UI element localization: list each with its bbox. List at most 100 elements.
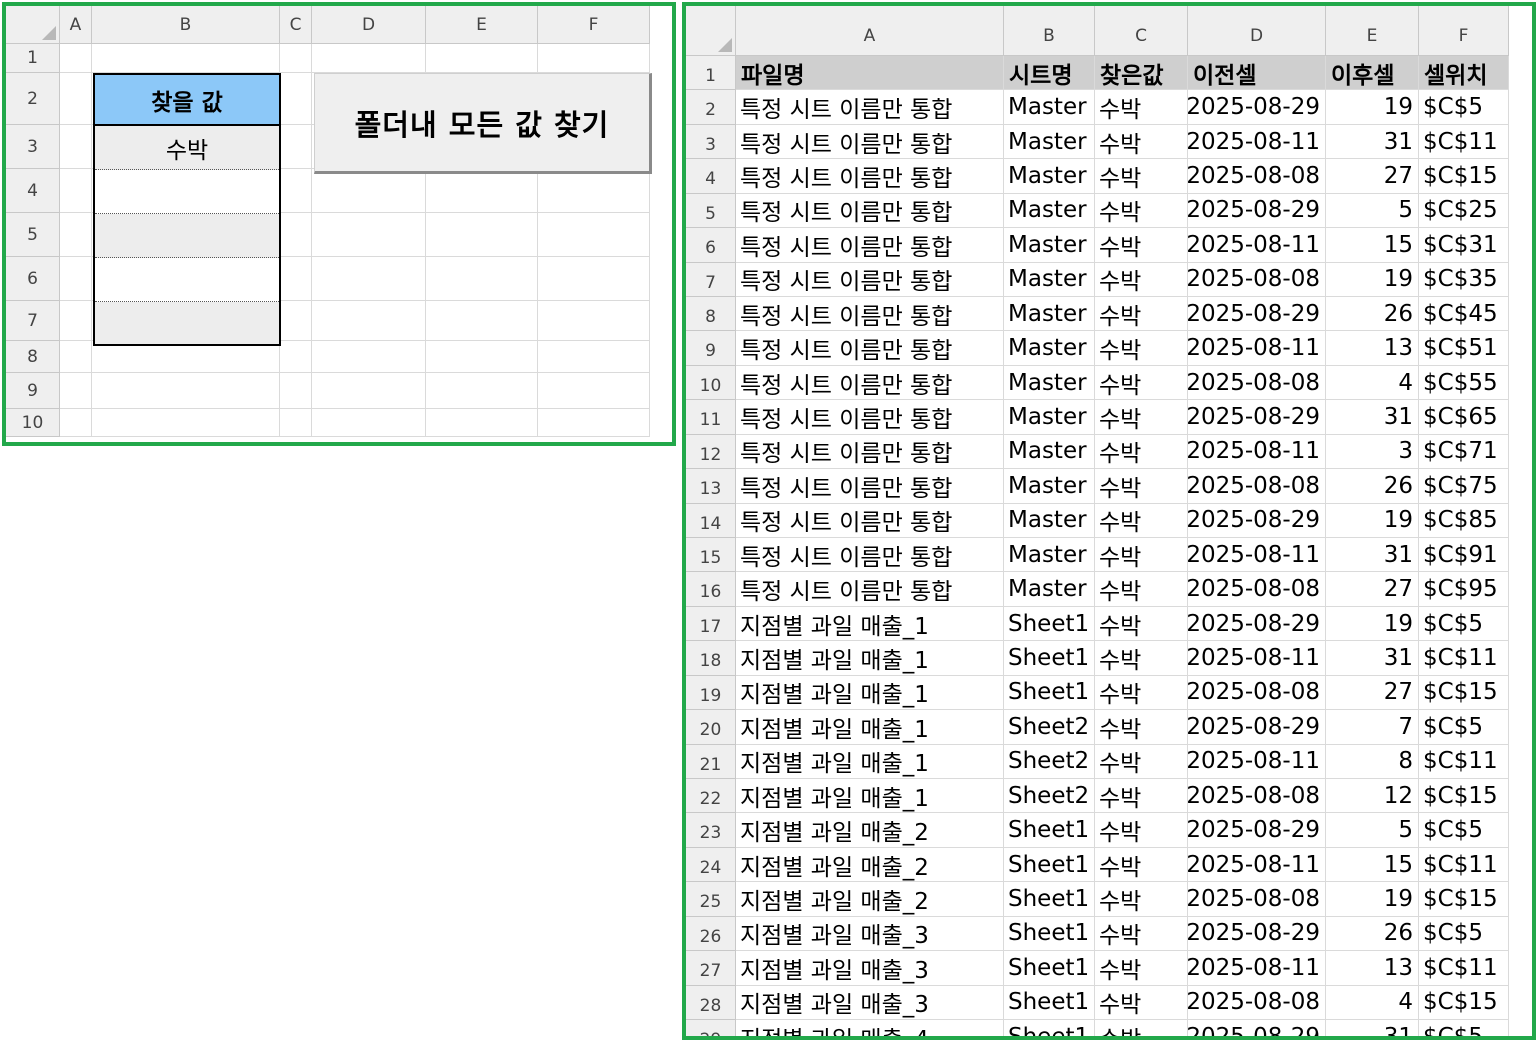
table-cell[interactable]: 수박: [1095, 847, 1188, 883]
table-cell[interactable]: 31: [1326, 1020, 1419, 1036]
table-cell[interactable]: 수박: [1095, 400, 1188, 435]
table-cell[interactable]: 수박: [1095, 365, 1188, 401]
table-cell[interactable]: 지점별 과일 매출_3: [736, 951, 1004, 986]
row-header[interactable]: 6: [686, 228, 736, 263]
table-cell[interactable]: 특정 시트 이름만 통합: [736, 503, 1004, 538]
table-cell[interactable]: Master: [1004, 572, 1095, 607]
table-cell[interactable]: 19: [1326, 262, 1419, 297]
find-value-cell[interactable]: [95, 258, 279, 302]
sheet-cell[interactable]: [426, 409, 538, 437]
table-cell[interactable]: 2025-08-29: [1188, 400, 1326, 435]
table-cell[interactable]: Sheet1: [1004, 847, 1095, 883]
table-cell[interactable]: Master: [1004, 503, 1095, 538]
table-cell[interactable]: 수박: [1095, 882, 1188, 917]
sheet-cell[interactable]: [538, 409, 650, 437]
column-header[interactable]: A: [736, 6, 1004, 56]
table-cell[interactable]: Master: [1004, 228, 1095, 263]
sheet-cell[interactable]: [60, 73, 92, 125]
table-cell[interactable]: 수박: [1095, 744, 1188, 780]
select-all-corner[interactable]: [686, 6, 736, 56]
sheet-cell[interactable]: [92, 409, 280, 437]
row-header[interactable]: 25: [686, 882, 736, 917]
table-cell[interactable]: 2025-08-11: [1188, 331, 1326, 366]
sheet-cell[interactable]: [280, 409, 312, 437]
table-cell[interactable]: 수박: [1095, 469, 1188, 504]
table-cell[interactable]: 15: [1326, 228, 1419, 263]
sheet-cell[interactable]: [280, 373, 312, 409]
table-cell[interactable]: Master: [1004, 124, 1095, 160]
table-cell[interactable]: 12: [1326, 779, 1419, 814]
table-cell[interactable]: 13: [1326, 951, 1419, 986]
table-cell[interactable]: 수박: [1095, 297, 1188, 332]
table-cell[interactable]: 2025-08-11: [1188, 434, 1326, 470]
table-cell[interactable]: 2025-08-08: [1188, 985, 1326, 1021]
column-header[interactable]: A: [60, 6, 92, 44]
table-cell[interactable]: Master: [1004, 469, 1095, 504]
table-cell[interactable]: 2025-08-29: [1188, 813, 1326, 848]
search-all-in-folder-button[interactable]: 폴더내 모든 값 찾기: [314, 73, 652, 174]
table-cell[interactable]: $C$11: [1419, 951, 1509, 986]
row-header[interactable]: 22: [686, 779, 736, 814]
row-header[interactable]: 17: [686, 606, 736, 642]
table-cell[interactable]: 특정 시트 이름만 통합: [736, 331, 1004, 366]
sheet-cell[interactable]: [426, 213, 538, 257]
table-header-cell[interactable]: 이전셀: [1188, 56, 1326, 91]
row-header[interactable]: 27: [686, 951, 736, 986]
table-cell[interactable]: 지점별 과일 매출_2: [736, 882, 1004, 917]
row-header[interactable]: 24: [686, 847, 736, 883]
row-header[interactable]: 5: [686, 193, 736, 229]
sheet-cell[interactable]: [426, 301, 538, 341]
table-cell[interactable]: 수박: [1095, 606, 1188, 642]
table-cell[interactable]: $C$15: [1419, 159, 1509, 194]
table-cell[interactable]: 19: [1326, 882, 1419, 917]
table-cell[interactable]: 5: [1326, 193, 1419, 229]
table-cell[interactable]: 특정 시트 이름만 통합: [736, 228, 1004, 263]
sheet-cell[interactable]: [280, 73, 312, 125]
table-cell[interactable]: Sheet2: [1004, 779, 1095, 814]
table-cell[interactable]: 특정 시트 이름만 통합: [736, 90, 1004, 125]
sheet-cell[interactable]: [280, 169, 312, 213]
table-cell[interactable]: Master: [1004, 193, 1095, 229]
table-cell[interactable]: $C$15: [1419, 675, 1509, 711]
sheet-cell[interactable]: [280, 257, 312, 301]
table-cell[interactable]: $C$95: [1419, 572, 1509, 607]
table-cell[interactable]: $C$75: [1419, 469, 1509, 504]
table-cell[interactable]: 특정 시트 이름만 통합: [736, 469, 1004, 504]
table-cell[interactable]: 특정 시트 이름만 통합: [736, 297, 1004, 332]
row-header[interactable]: 26: [686, 916, 736, 952]
table-header-cell[interactable]: 찾은값: [1095, 56, 1188, 91]
find-value-cell[interactable]: [95, 302, 279, 344]
table-cell[interactable]: Sheet1: [1004, 985, 1095, 1021]
table-cell[interactable]: Sheet1: [1004, 1020, 1095, 1036]
table-cell[interactable]: Sheet1: [1004, 951, 1095, 986]
table-cell[interactable]: 지점별 과일 매출_1: [736, 675, 1004, 711]
sheet-cell[interactable]: [426, 373, 538, 409]
table-cell[interactable]: 8: [1326, 744, 1419, 780]
row-header[interactable]: 2: [686, 90, 736, 125]
row-header[interactable]: 1: [686, 56, 736, 91]
table-cell[interactable]: 수박: [1095, 572, 1188, 607]
table-cell[interactable]: 2025-08-11: [1188, 847, 1326, 883]
table-cell[interactable]: 수박: [1095, 503, 1188, 538]
sheet-cell[interactable]: [312, 257, 426, 301]
table-header-cell[interactable]: 파일명: [736, 56, 1004, 91]
table-cell[interactable]: 31: [1326, 538, 1419, 573]
row-header[interactable]: 7: [686, 262, 736, 297]
table-cell[interactable]: 26: [1326, 469, 1419, 504]
sheet-cell[interactable]: [280, 213, 312, 257]
table-cell[interactable]: 2025-08-29: [1188, 297, 1326, 332]
table-cell[interactable]: 19: [1326, 606, 1419, 642]
table-cell[interactable]: 15: [1326, 847, 1419, 883]
table-cell[interactable]: 2025-08-08: [1188, 882, 1326, 917]
table-cell[interactable]: 2025-08-29: [1188, 916, 1326, 952]
table-header-cell[interactable]: 셀위치: [1419, 56, 1509, 91]
table-cell[interactable]: 2025-08-08: [1188, 469, 1326, 504]
row-header[interactable]: 15: [686, 538, 736, 573]
column-header[interactable]: B: [92, 6, 280, 44]
row-header[interactable]: 5: [6, 213, 60, 257]
row-header[interactable]: 13: [686, 469, 736, 504]
row-header[interactable]: 14: [686, 503, 736, 538]
table-cell[interactable]: $C$35: [1419, 262, 1509, 297]
table-cell[interactable]: 2025-08-29: [1188, 1020, 1326, 1036]
table-cell[interactable]: 5: [1326, 813, 1419, 848]
